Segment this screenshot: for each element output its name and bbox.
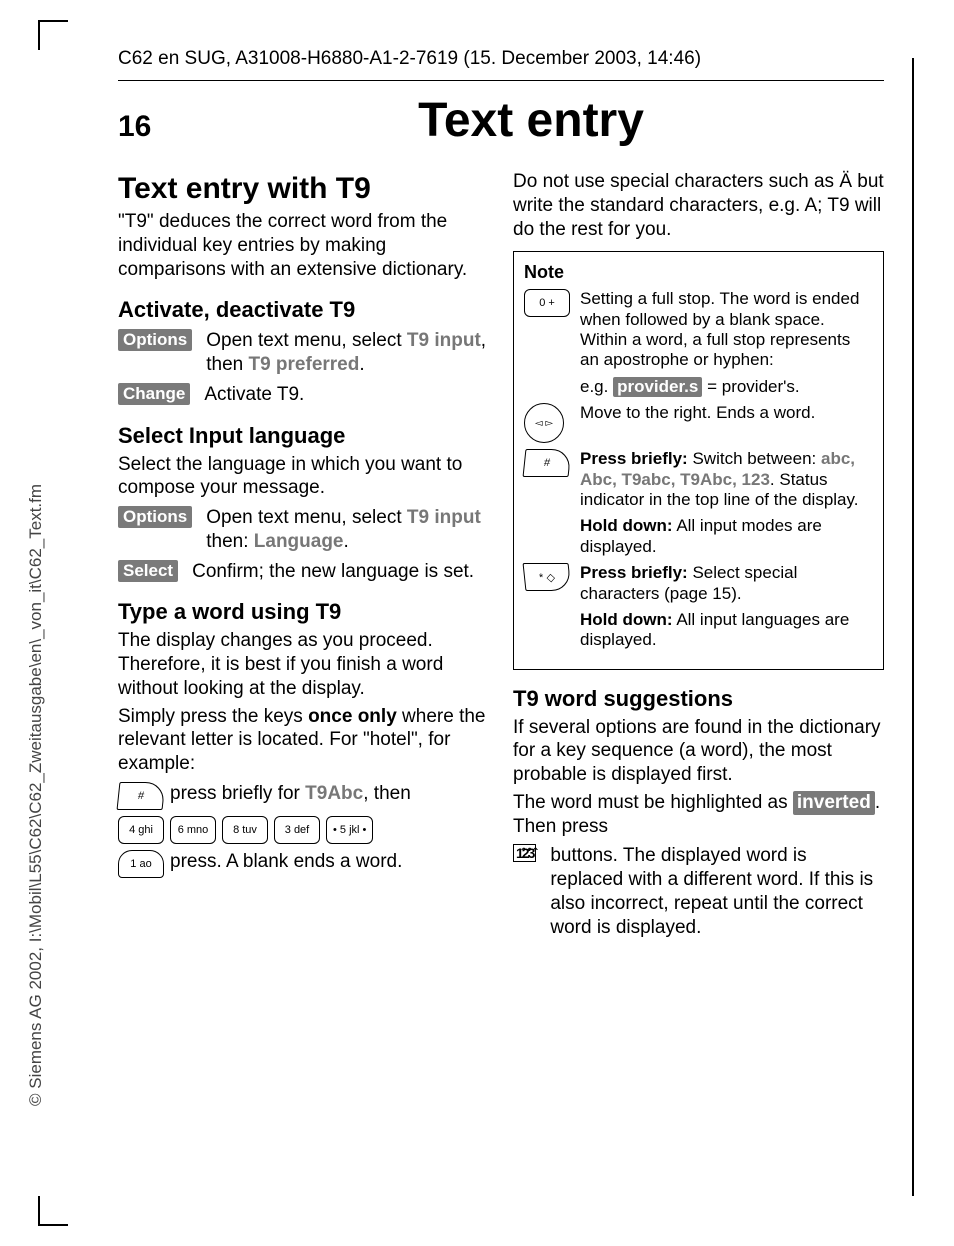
t: Press briefly:: [580, 449, 688, 468]
right-column: Do not use special characters such as Ä …: [513, 166, 884, 945]
row-change: Change Activate T9.: [118, 383, 489, 407]
row-options-activate: Options Open text menu, select T9 input,…: [118, 329, 489, 377]
t: The word must be highlighted as: [513, 792, 793, 813]
row-options-lang: Options Open text menu, select T9 input …: [118, 506, 489, 554]
hotel-key-row: 4 ghi 6 mno 8 tuv 3 def • 5 jkl •: [118, 816, 489, 844]
language-intro: Select the language in which you want to…: [118, 453, 489, 501]
t: e.g.: [580, 377, 613, 396]
change-desc: Activate T9.: [204, 383, 489, 407]
t9-suggest-icon: 1̂2̂3̂: [513, 844, 536, 862]
row-hash-key: # press briefly for T9Abc, then: [118, 782, 489, 810]
options-activate-desc: Open text menu, select T9 input, then T9…: [206, 329, 489, 377]
note-row-nav: ◅ ▻ Move to the right. Ends a word.: [524, 403, 873, 443]
softkey-select: Select: [118, 560, 178, 582]
copyright-sidebar: © Siemens AG 2002, I:\Mobil\L55\C62\C62_…: [26, 484, 46, 1106]
note-row-hash: # Press briefly: Switch between: abc, Ab…: [524, 449, 873, 510]
crop-mark-bottom-left: [38, 1196, 68, 1226]
side-rail: [912, 58, 914, 1196]
one-desc: press. A blank ends a word.: [170, 850, 489, 874]
note-row-star-hold: Hold down: All input languages are displ…: [524, 610, 873, 651]
sugg-btn-text: buttons. The displayed word is replaced …: [550, 844, 884, 939]
heading-activate: Activate, deactivate T9: [118, 297, 489, 323]
key-6: 6 mno: [170, 816, 216, 844]
note-box: Note 0 + Setting a full stop. The word i…: [513, 251, 884, 669]
row-one-key: 1 ao press. A blank ends a word.: [118, 850, 489, 878]
t: Hold down:: [580, 516, 673, 535]
note-hash-hold: Hold down: All input modes are displayed…: [580, 516, 873, 557]
hash-key-icon: #: [117, 782, 166, 810]
key-8: 8 tuv: [222, 816, 268, 844]
note-title: Note: [524, 262, 873, 283]
t: once only: [308, 706, 397, 727]
note-star-hold: Hold down: All input languages are displ…: [580, 610, 873, 651]
softkey-change: Change: [118, 383, 190, 405]
row-select: Select Confirm; the new language is set.: [118, 560, 489, 584]
right-intro: Do not use special characters such as Ä …: [513, 170, 884, 241]
t: .: [359, 354, 364, 375]
note-eg: e.g. provider.s = provider's.: [580, 377, 873, 397]
heading-type-word: Type a word using T9: [118, 599, 489, 625]
type-p2: Simply press the keys once only where th…: [118, 705, 489, 776]
note-star-text: Press briefly: Select special characters…: [580, 563, 873, 604]
key-5: • 5 jkl •: [326, 816, 373, 844]
key-1-icon: 1 ao: [118, 850, 164, 878]
t: Simply press the keys: [118, 706, 308, 727]
running-head: C62 en SUG, A31008-H6880-A1-2-7619 (15. …: [118, 48, 884, 81]
row-suggestion-button: 1̂2̂3̂ buttons. The displayed word is re…: [513, 844, 884, 939]
heading-suggestions: T9 word suggestions: [513, 686, 884, 712]
t: Open text menu, select: [206, 507, 407, 528]
t: Language: [254, 531, 344, 552]
chapter-title: Text entry: [178, 93, 884, 148]
nav-circle-icon: ◅ ▻: [524, 403, 564, 443]
t: provider.s: [613, 377, 702, 397]
t: Switch between:: [688, 449, 821, 468]
t: Hold down:: [580, 610, 673, 629]
t: Press briefly:: [580, 563, 688, 582]
hash-key-icon-2: #: [523, 449, 572, 477]
t: = provider's.: [702, 377, 799, 396]
key-0-icon: 0 +: [524, 289, 570, 317]
t: T9 preferred: [248, 354, 359, 375]
key-4: 4 ghi: [118, 816, 164, 844]
note-zero-text: Setting a full stop. The word is ended w…: [580, 289, 873, 371]
softkey-options: Options: [118, 329, 192, 351]
t: Open text menu, select: [206, 330, 407, 351]
heading-language: Select Input language: [118, 423, 489, 449]
note-nav-text: Move to the right. Ends a word.: [580, 403, 873, 423]
t: press briefly for: [170, 783, 305, 804]
key-3: 3 def: [274, 816, 320, 844]
options-lang-desc: Open text menu, select T9 input then: La…: [206, 506, 489, 554]
t: T9Abc: [305, 783, 363, 804]
t: T9 input: [407, 330, 481, 351]
select-desc: Confirm; the new language is set.: [192, 560, 489, 584]
left-column: Text entry with T9 "T9" deduces the corr…: [118, 166, 489, 945]
sugg-p2: The word must be highlighted as inverted…: [513, 791, 884, 839]
note-hash-text: Press briefly: Switch between: abc, Abc,…: [580, 449, 873, 510]
page-content: C62 en SUG, A31008-H6880-A1-2-7619 (15. …: [118, 48, 884, 1196]
note-row-zero: 0 + Setting a full stop. The word is end…: [524, 289, 873, 371]
crop-mark-top-left: [38, 20, 68, 50]
note-row-star: * ◇ Press briefly: Select special charac…: [524, 563, 873, 604]
t: .: [344, 531, 349, 552]
title-row: 16 Text entry: [118, 93, 884, 148]
t: T9 input: [407, 507, 481, 528]
t: , then: [363, 783, 411, 804]
note-row-eg: e.g. provider.s = provider's.: [524, 377, 873, 397]
sugg-p1: If several options are found in the dict…: [513, 716, 884, 787]
intro-paragraph: "T9" deduces the correct word from the i…: [118, 210, 489, 281]
heading-text-entry-t9: Text entry with T9: [118, 172, 489, 206]
note-row-hash-hold: Hold down: All input modes are displayed…: [524, 516, 873, 557]
t: inverted: [793, 791, 875, 815]
type-p1: The display changes as you proceed. Ther…: [118, 629, 489, 700]
page-number: 16: [118, 110, 178, 144]
hash-desc: press briefly for T9Abc, then: [170, 782, 489, 806]
t: then:: [206, 531, 254, 552]
star-key-icon: * ◇: [523, 563, 572, 591]
softkey-options-2: Options: [118, 506, 192, 528]
